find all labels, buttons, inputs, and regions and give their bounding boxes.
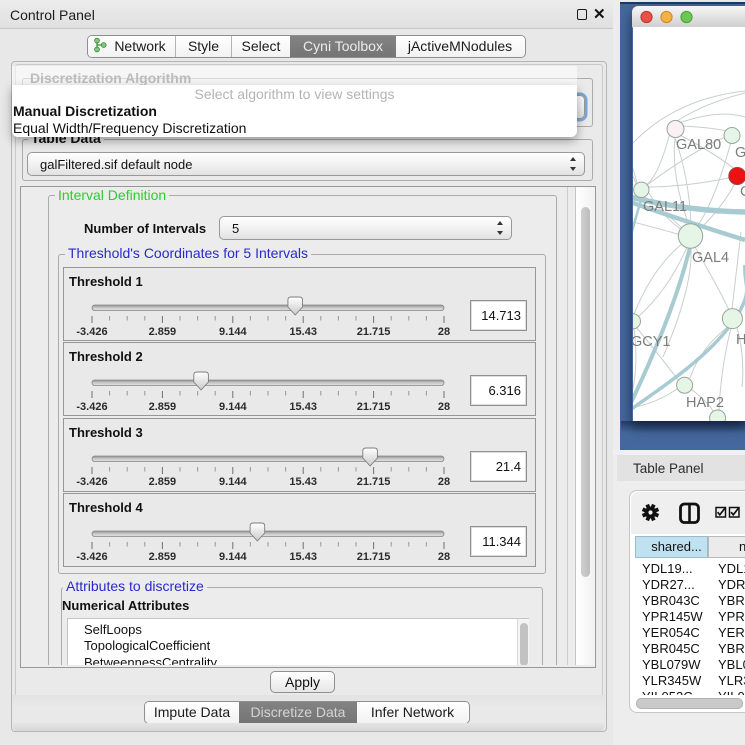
svg-text:H: H — [736, 332, 745, 348]
svg-text:GAL80: GAL80 — [676, 137, 721, 153]
svg-text:GAL11: GAL11 — [643, 199, 687, 215]
svg-text:C: C — [740, 184, 745, 200]
svg-text:GA: GA — [735, 145, 745, 161]
svg-text:GAL4: GAL4 — [692, 250, 729, 266]
svg-text:HAP2: HAP2 — [686, 395, 724, 411]
svg-text:GCY1: GCY1 — [633, 334, 671, 350]
